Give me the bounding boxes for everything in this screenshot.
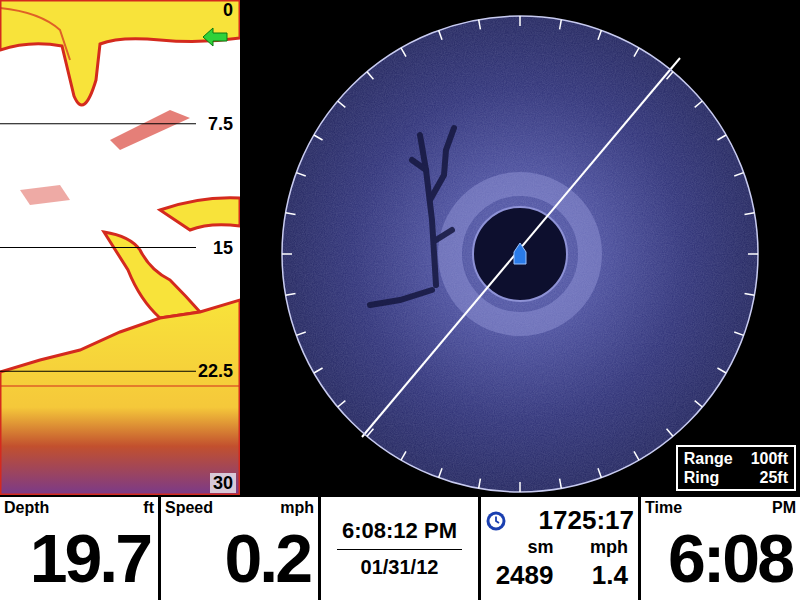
clock-date: 01/31/12 [325,556,474,579]
trip-unit: sm [485,537,560,558]
bearing-tick [519,16,521,26]
sonar-panel: 0 7.5 15 22.5 30 [0,0,240,495]
depth-line [0,371,196,372]
readout-bar: Depthft19.7Speedmph0.26:08:12 PM01/31/12… [0,495,800,600]
readout-cell: Depth ft19.7 [0,497,158,600]
bearing-tick [401,48,406,57]
bearing-tick [667,72,673,80]
depth-label: 15 [210,238,236,258]
boat-icon [514,243,526,264]
bearing-tick [401,451,406,460]
readout-cell: Speed mph0.2 [161,497,318,600]
depth-label: 30 [210,473,236,493]
bearing-tick [479,20,481,30]
depth-label: 0 [220,0,236,20]
readout-value: 19.7 [4,517,154,598]
display-area: 0 7.5 15 22.5 30 Range 100ft Ring 25ft [0,0,800,495]
fish-finder-screen: 0 7.5 15 22.5 30 Range 100ft Ring 25ft Depth ft19.… [0,0,800,600]
bearing-tick [479,479,481,489]
bearing-tick [296,332,305,335]
readout-value: 6:08 [645,517,796,598]
trip-timer: 1725:17 [539,506,634,535]
ring-value: 25ft [751,468,788,487]
bearing-tick [439,30,442,39]
range-label: Range [684,449,733,468]
bearing-tick [745,294,755,296]
depth-label: 22.5 [195,361,236,381]
readout-label: Depth [4,499,49,517]
trip-cell: 1725:17smmph24891.4 [481,497,638,600]
bearing-tick [745,213,755,215]
bearing-tick [282,253,292,255]
bearing-tick [314,368,323,373]
timer-icon [485,510,507,532]
bearing-tick [338,101,346,107]
clock-cell: 6:08:12 PM 01/31/12 [321,497,478,600]
bearing-tick [560,20,562,30]
bearing-tick [598,468,601,477]
readout-unit: PM [772,499,796,517]
bearing-tick [296,173,305,176]
trip-value: 2489 [485,560,560,591]
bearing-tick [286,213,296,215]
imaging-panel: Range 100ft Ring 25ft [240,0,800,495]
bearing-tick [717,135,726,140]
readout-cell: Time PM6:08 [641,497,800,600]
depth-label: 7.5 [205,114,236,134]
bearing-tick [439,468,442,477]
submerged-tree [370,128,454,305]
bearing-tick [717,368,726,373]
clock-time: 6:08:12 PM [325,518,474,543]
bearing-tick [695,101,703,107]
readout-value: 0.2 [165,517,314,598]
side-imaging-view [240,0,800,495]
range-box: Range 100ft Ring 25ft [676,445,796,491]
bearing-tick [519,482,521,492]
bearing-tick [748,253,758,255]
trip-unit: mph [560,537,635,558]
sweep-line [362,58,680,437]
readout-label: Speed [165,499,213,517]
bearing-tick [734,173,743,176]
readout-unit: mph [280,499,314,517]
bearing-tick [598,30,601,39]
bearing-tick [314,135,323,140]
depth-line [0,123,196,124]
trip-value: 1.4 [560,560,635,591]
depth-line [0,247,196,248]
bearing-tick [695,401,703,407]
sonar-history-chart [0,0,240,495]
bearing-tick [286,294,296,296]
bearing-tick [667,429,673,437]
bearing-tick [634,451,639,460]
bearing-tick [367,429,373,437]
bearing-tick [367,72,373,80]
range-value: 100ft [751,449,788,468]
bearing-tick [338,401,346,407]
surface-arrow-icon [202,26,228,48]
bearing-tick [560,479,562,489]
readout-unit: ft [143,499,154,517]
ring-label: Ring [684,468,733,487]
readout-label: Time [645,499,682,517]
divider [337,549,462,550]
bearing-tick [634,48,639,57]
bearing-tick [734,332,743,335]
